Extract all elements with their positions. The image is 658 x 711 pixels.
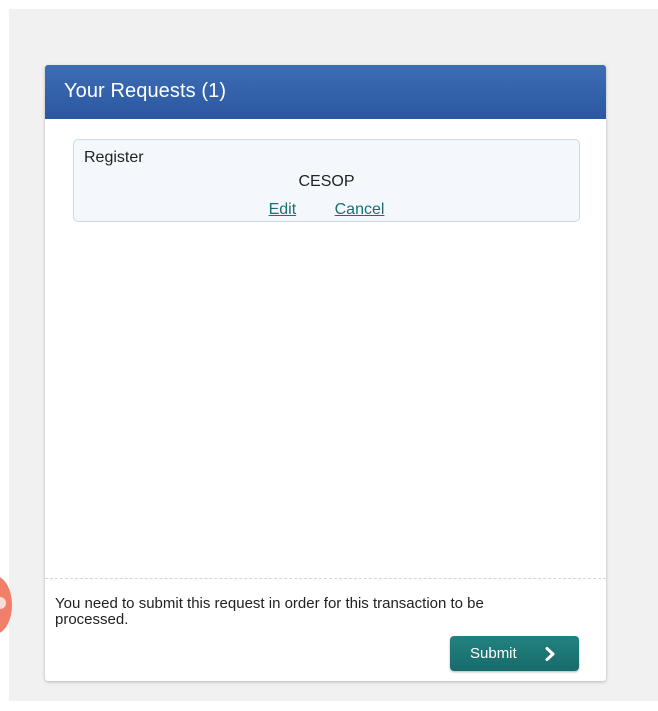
request-name: CESOP [298, 173, 355, 190]
requests-panel: Your Requests (1) Register CESOP Edit Ca… [45, 65, 606, 681]
request-card: Register CESOP Edit Cancel [73, 139, 580, 222]
submit-label: Submit [470, 645, 517, 662]
panel-title: Your Requests (1) [64, 80, 227, 102]
request-actions: Edit Cancel [74, 201, 579, 219]
request-type-label: Register [84, 149, 144, 166]
submit-button[interactable]: Submit [450, 636, 579, 671]
edit-link[interactable]: Edit [269, 201, 297, 218]
cancel-link[interactable]: Cancel [335, 201, 385, 218]
panel-header: Your Requests (1) [45, 65, 606, 119]
chevron-right-icon [545, 647, 555, 661]
footer-message: You need to submit this request in order… [55, 595, 484, 628]
badge-dot-icon [0, 597, 6, 609]
footer-divider [45, 578, 606, 579]
